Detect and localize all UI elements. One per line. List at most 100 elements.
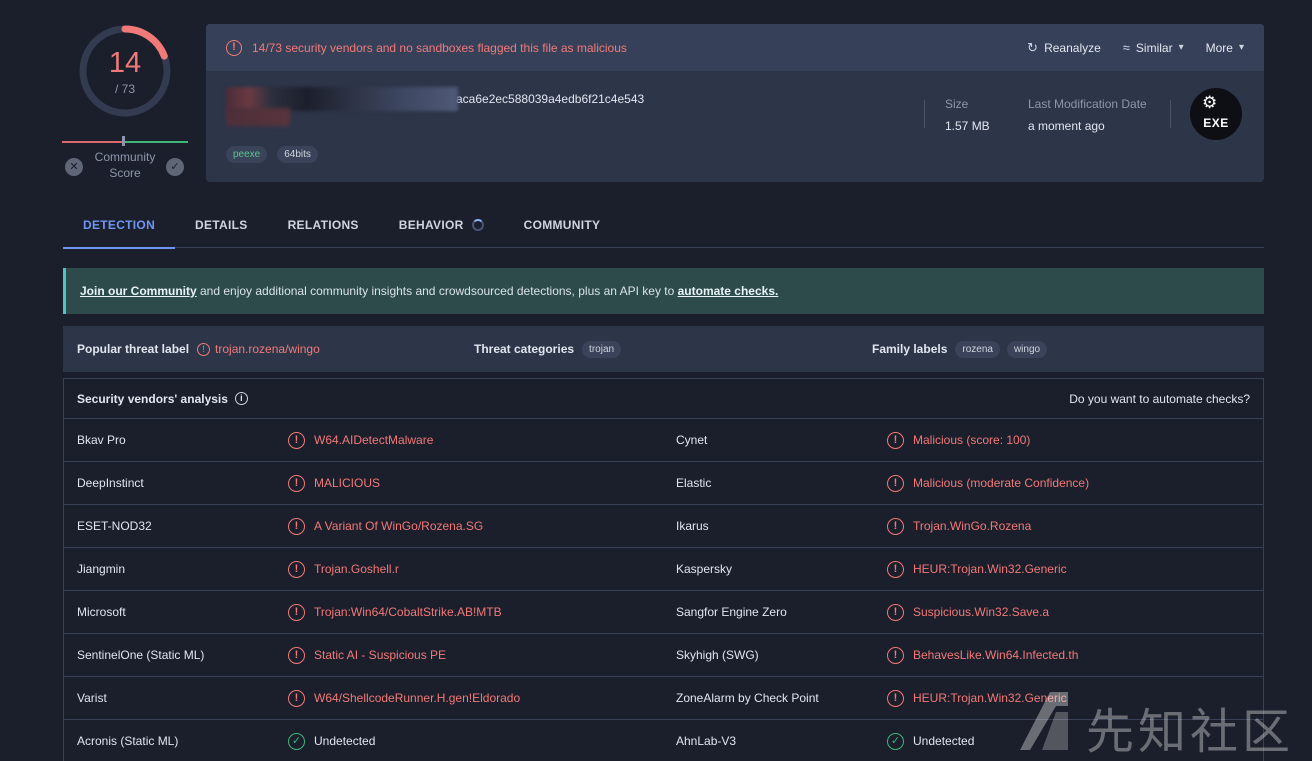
alert-circle-icon: ! [288,474,305,492]
vendor-result[interactable]: ! Suspicious.Win32.Save.a [887,591,1049,633]
automate-checks-link[interactable]: Do you want to automate checks? [1069,392,1250,406]
redacted-filename-region [226,108,290,126]
vote-harmless-icon[interactable]: ✓ [166,158,184,176]
tab-details[interactable]: DETAILS [175,205,268,248]
report-tabs: DETECTION DETAILS RELATIONS BEHAVIOR COM… [63,205,1264,249]
alert-circle-icon: ! [887,431,904,449]
check-circle-icon: ✓ [288,732,305,750]
vendors-title: Security vendors' analysis [77,391,228,406]
vendor-result[interactable]: ! MALICIOUS [288,462,380,504]
tab-community[interactable]: COMMUNITY [504,205,621,248]
vendor-result[interactable]: ! Malicious (moderate Confidence) [887,462,1089,504]
file-tags: peexe 64bits [226,146,328,163]
vendor-result[interactable]: ✓ Undetected [887,720,974,761]
alert-circle-icon: ! [288,431,305,449]
lastmod-value: a moment ago [1028,119,1105,133]
vendor-name: DeepInstinct [77,476,144,490]
tag[interactable]: 64bits [277,146,318,163]
vendor-name: Cynet [676,433,708,447]
header-actions: ↻ Reanalyze ≈ Similar ▾ More ▾ [1005,40,1244,56]
vendor-name: Microsoft [77,605,126,619]
threat-summary: Popular threat label ! trojan.rozena/win… [63,326,1264,372]
alert-circle-icon: ! [288,603,305,621]
tab-behavior[interactable]: BEHAVIOR [379,205,504,248]
vendor-result[interactable]: ! BehavesLike.Win64.Infected.th [887,634,1078,676]
vendors-header: Security vendors' analysis i Do you want… [64,379,1263,419]
vendor-row: Bkav Pro ! W64.AIDetectMalware Cynet ! Malici… [64,419,1263,462]
watermark: 先知社区 [1016,688,1306,760]
vendor-name: ZoneAlarm by Check Point [676,691,819,705]
vendor-result[interactable]: ! Trojan.Goshell.r [288,548,399,590]
size-value: 1.57 MB [945,119,990,133]
alert-bar: ! 14/73 security vendors and no sandboxe… [206,24,1264,71]
vendor-row: ESET-NOD32 ! A Variant Of WinGo/Rozena.SG I… [64,505,1263,548]
vote-harmful-icon[interactable]: ✕ [65,158,83,176]
vendor-result[interactable]: ! Trojan:Win64/CobaltStrike.AB!MTB [288,591,502,633]
vendor-result[interactable]: ! A Variant Of WinGo/Rozena.SG [288,505,483,547]
alert-circle-icon: ! [288,517,305,535]
refresh-icon: ↻ [1027,39,1039,55]
check-circle-icon: ✓ [887,732,904,750]
tab-detection[interactable]: DETECTION [63,205,176,249]
vendor-name: Elastic [676,476,712,490]
community-banner: Join our Community and enjoy additional … [63,268,1264,314]
vendor-result[interactable]: ! HEUR:Trojan.Win32.Generic [887,548,1067,590]
chevron-down-icon: ▾ [1178,42,1184,53]
vendor-name: Ikarus [676,519,709,533]
alert-icon: ! [226,39,242,56]
alert-circle-icon: ! [887,560,904,578]
automate-checks-link[interactable]: automate checks. [678,284,779,298]
lastmod-label: Last Modification Date [1028,97,1147,111]
vendor-name: Jiangmin [77,562,126,576]
tag[interactable]: peexe [226,146,268,163]
vendor-result[interactable]: ! W64/ShellcodeRunner.H.gen!Eldorado [288,677,520,719]
popular-threat-value[interactable]: ! trojan.rozena/wingo [197,342,320,356]
tab-relations[interactable]: RELATIONS [268,205,379,248]
vendor-row: DeepInstinct ! MALICIOUS Elastic ! Malicious … [64,462,1263,505]
alert-circle-icon: ! [887,646,904,664]
chevron-down-icon: ▾ [1238,42,1244,53]
vendor-name: AhnLab-V3 [676,734,737,748]
popular-threat-label: Popular threat label ! trojan.rozena/win… [77,342,320,356]
community-score-bar [62,136,188,146]
file-type-label: EXE [1203,116,1229,130]
detection-score: 14 / 73 ✕ Community Score ✓ [62,20,188,185]
family-pill[interactable]: wingo [1006,340,1048,358]
category-pill[interactable]: trojan [582,340,622,358]
similar-button[interactable]: ≈ Similar ▾ [1123,40,1184,55]
vendor-result[interactable]: ✓ Undetected [288,720,375,761]
banner-text: and enjoy additional community insights … [196,284,678,298]
reanalyze-button[interactable]: ↻ Reanalyze [1027,40,1101,56]
family-labels: Family labels rozena wingo [872,326,1054,372]
vendor-row: Jiangmin ! Trojan.Goshell.r Kaspersky ! HEUR:… [64,548,1263,591]
gears-icon: ⚙ [1202,93,1218,112]
join-community-link[interactable]: Join our Community [80,284,197,298]
more-button[interactable]: More ▾ [1206,41,1244,55]
family-pill[interactable]: rozena [955,340,1000,358]
file-summary-card: ! 14/73 security vendors and no sandboxe… [206,24,1264,182]
alert-circle-icon: ! [288,560,305,578]
alert-circle-icon: ! [887,517,904,535]
vendor-result[interactable]: ! W64.AIDetectMalware [288,419,433,461]
vendor-name: Varist [77,691,107,705]
info-icon[interactable]: i [234,392,248,405]
alert-icon: ! [197,342,211,356]
threat-categories: Threat categories trojan [474,326,628,372]
alert-text: 14/73 security vendors and no sandboxes … [252,40,627,55]
vendor-result[interactable]: ! Static AI - Suspicious PE [288,634,446,676]
vendor-name: Bkav Pro [77,433,126,447]
alert-circle-icon: ! [887,474,904,492]
vendor-result[interactable]: ! Trojan.WinGo.Rozena [887,505,1031,547]
vendor-result[interactable]: ! Malicious (score: 100) [887,419,1030,461]
size-label: Size [945,97,969,111]
vendor-name: Sangfor Engine Zero [676,605,787,619]
file-hash-text: aca6e2ec588039a4edb6f21c4e543 [456,92,645,106]
vendor-name: Acronis (Static ML) [77,734,179,748]
loading-spinner-icon [471,219,484,231]
file-size: Size 1.57 MB [945,97,990,133]
detection-count: 14 [108,47,142,79]
vendor-row: SentinelOne (Static ML) ! Static AI - Susp… [64,634,1263,677]
file-hash[interactable]: aca6e2ec588039a4edb6f21c4e543 [226,86,645,126]
alert-circle-icon: ! [887,603,904,621]
vendor-name: Skyhigh (SWG) [676,648,759,662]
